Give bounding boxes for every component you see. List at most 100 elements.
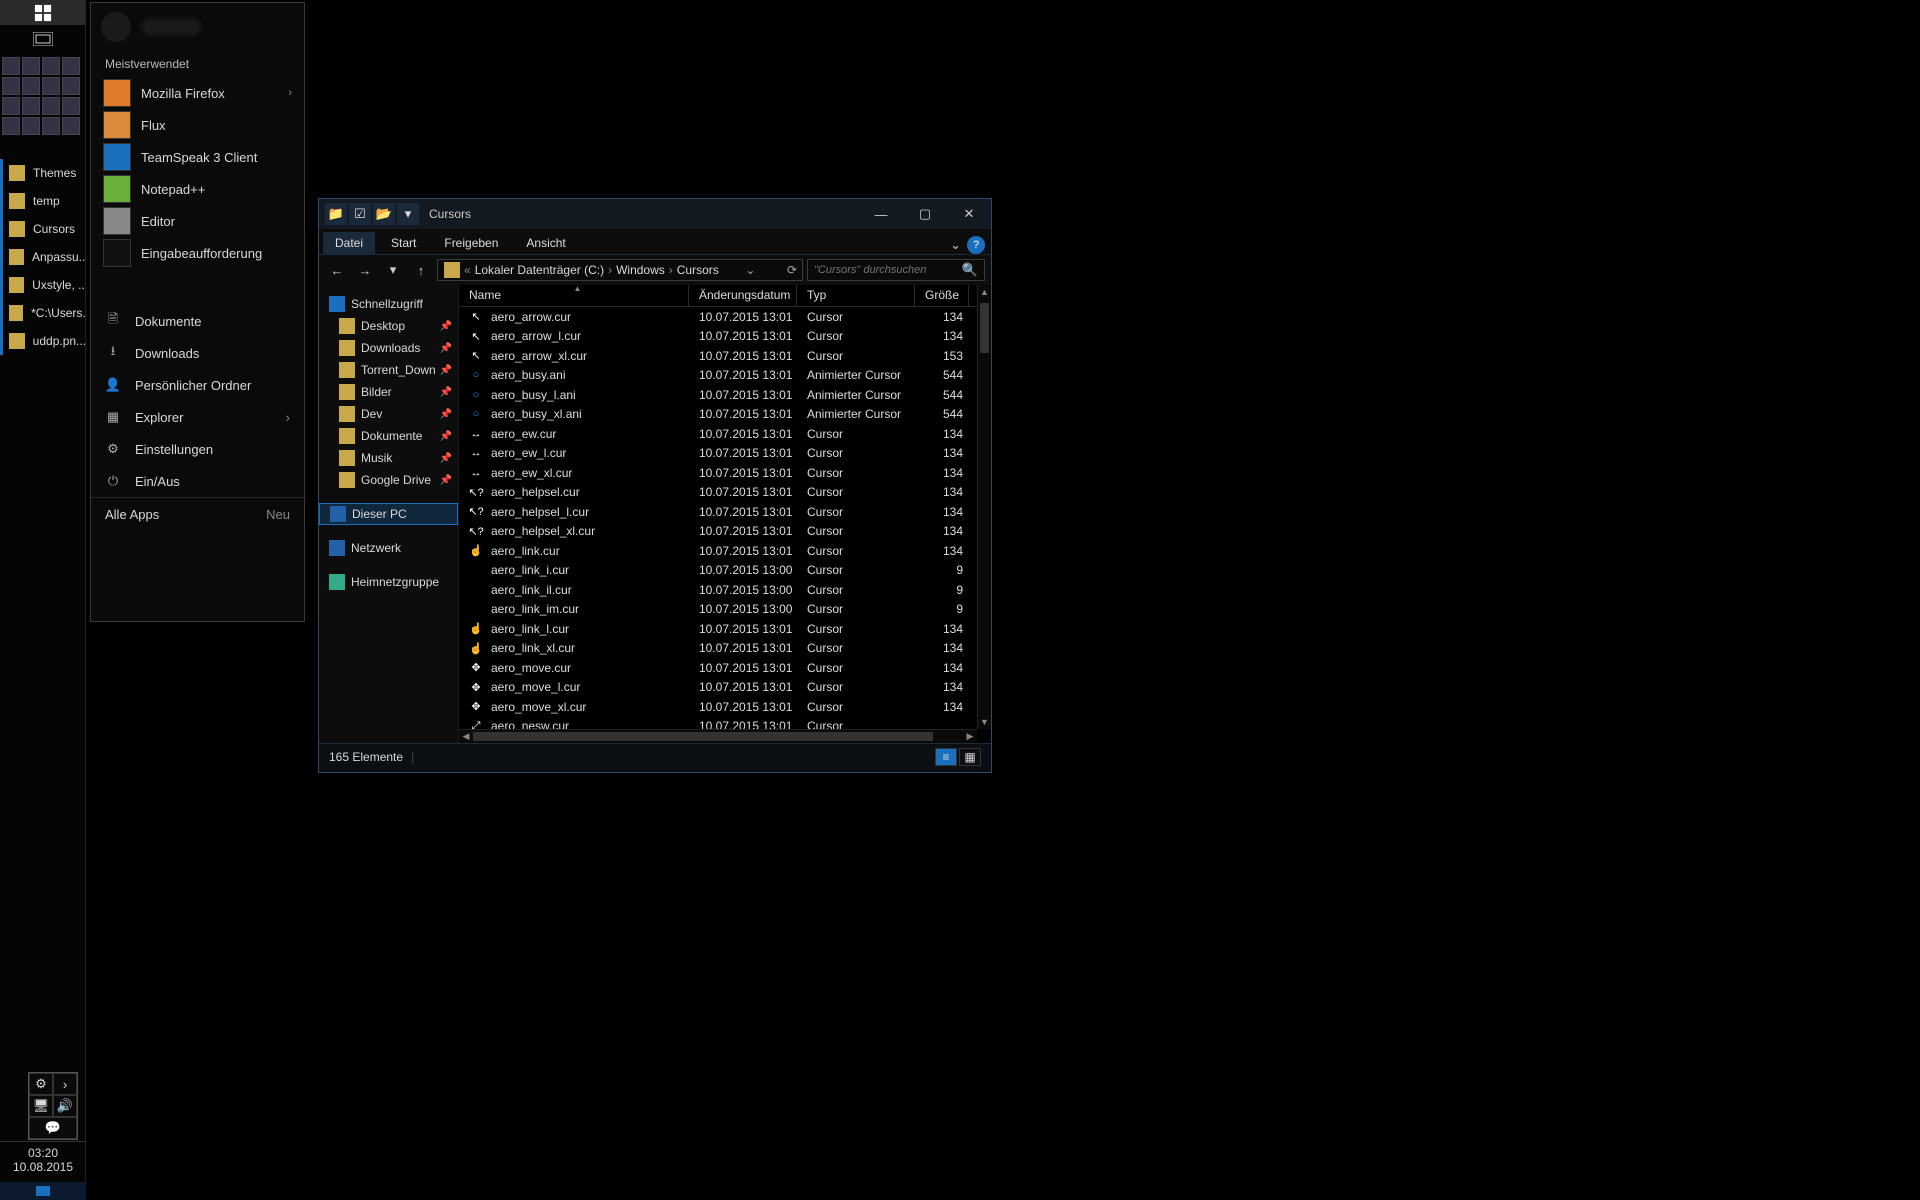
hscroll-thumb[interactable]	[473, 732, 933, 741]
scroll-down-icon[interactable]: ▼	[978, 715, 991, 729]
crumb[interactable]: Lokaler Datenträger (C:)	[475, 263, 604, 277]
file-row[interactable]: ○aero_busy_xl.ani10.07.2015 13:01Animier…	[459, 405, 977, 425]
systray-expand-icon[interactable]: ›	[53, 1073, 77, 1095]
start-sys-item[interactable]: ⚙Einstellungen	[91, 433, 304, 465]
start-sys-item[interactable]: ⏻Ein/Aus	[91, 465, 304, 497]
nav-item[interactable]: Musik📌	[319, 447, 458, 469]
file-row[interactable]: ✥aero_move_l.cur10.07.2015 13:01Cursor13…	[459, 678, 977, 698]
file-row[interactable]: ↖aero_arrow.cur10.07.2015 13:01Cursor134	[459, 307, 977, 327]
file-row[interactable]: ○aero_busy_l.ani10.07.2015 13:01Animiert…	[459, 385, 977, 405]
start-app-item[interactable]: Flux	[91, 109, 304, 141]
start-app-item[interactable]: Eingabeaufforderung	[91, 237, 304, 269]
ribbon-tab[interactable]: Ansicht	[514, 232, 577, 254]
pinned-item[interactable]: temp	[0, 187, 85, 215]
tray-icon[interactable]	[22, 57, 40, 75]
refresh-icon[interactable]: ⟳	[782, 263, 802, 277]
pinned-item[interactable]: Anpassu...	[0, 243, 85, 271]
file-row[interactable]: ↔aero_ew.cur10.07.2015 13:01Cursor134	[459, 424, 977, 444]
vertical-scrollbar[interactable]: ▲ ▼	[977, 285, 991, 729]
tray-icon[interactable]	[22, 77, 40, 95]
pinned-item[interactable]: Themes	[0, 159, 85, 187]
tray-icon[interactable]	[62, 77, 80, 95]
col-name[interactable]: Name	[459, 285, 689, 306]
systray-network-icon[interactable]: 🖥	[29, 1095, 53, 1117]
tray-icon[interactable]	[62, 57, 80, 75]
file-row[interactable]: ☝aero_link_xl.cur10.07.2015 13:01Cursor1…	[459, 639, 977, 659]
close-button[interactable]: ✕	[947, 200, 991, 228]
scroll-up-icon[interactable]: ▲	[978, 285, 991, 299]
start-sys-item[interactable]: ▦Explorer›	[91, 401, 304, 433]
tray-icon[interactable]	[22, 117, 40, 135]
ribbon-tab[interactable]: Start	[379, 232, 428, 254]
tray-icon[interactable]	[2, 117, 20, 135]
ribbon-tab[interactable]: Freigeben	[432, 232, 510, 254]
col-size[interactable]: Größe	[915, 285, 969, 306]
nav-history-dropdown[interactable]: ▾	[381, 258, 405, 282]
file-row[interactable]: ↖?aero_helpsel.cur10.07.2015 13:01Cursor…	[459, 483, 977, 503]
file-row[interactable]: aero_link_i.cur10.07.2015 13:00Cursor9	[459, 561, 977, 581]
show-desktop-button[interactable]	[0, 1182, 86, 1200]
systray-volume-icon[interactable]: 🔊	[53, 1095, 77, 1117]
nav-up-button[interactable]: ↑	[409, 258, 433, 282]
start-sys-item[interactable]: 🗎Dokumente	[91, 305, 304, 337]
nav-back-button[interactable]: ←	[325, 258, 349, 282]
help-icon[interactable]: ?	[967, 236, 985, 254]
nav-item[interactable]: Dokumente📌	[319, 425, 458, 447]
nav-item[interactable]: Dev📌	[319, 403, 458, 425]
scroll-thumb[interactable]	[980, 303, 989, 353]
file-row[interactable]: ✥aero_move.cur10.07.2015 13:01Cursor134	[459, 658, 977, 678]
qat-dropdown-icon[interactable]: ▾	[397, 203, 419, 225]
start-app-item[interactable]: TeamSpeak 3 Client	[91, 141, 304, 173]
file-row[interactable]: ↖?aero_helpsel_l.cur10.07.2015 13:01Curs…	[459, 502, 977, 522]
file-row[interactable]: aero_link_il.cur10.07.2015 13:00Cursor9	[459, 580, 977, 600]
pinned-item[interactable]: Cursors	[0, 215, 85, 243]
crumb-dropdown-icon[interactable]: ⌄	[740, 263, 760, 277]
qat-folder-icon[interactable]: 📁	[325, 203, 347, 225]
tray-icon[interactable]	[62, 117, 80, 135]
pinned-item[interactable]: Uxstyle, ...	[0, 271, 85, 299]
search-box[interactable]: 🔍	[807, 259, 985, 281]
nav-item[interactable]: Google Drive📌	[319, 469, 458, 491]
horizontal-scrollbar[interactable]: ◀ ▶	[459, 729, 977, 743]
pinned-item[interactable]: *C:\Users...	[0, 299, 85, 327]
tray-icon[interactable]	[2, 77, 20, 95]
ribbon-tab[interactable]: Datei	[323, 232, 375, 254]
nav-network[interactable]: Netzwerk	[319, 537, 458, 559]
maximize-button[interactable]: ▢	[903, 200, 947, 228]
file-row[interactable]: ↖?aero_helpsel_xl.cur10.07.2015 13:01Cur…	[459, 522, 977, 542]
taskbar-clock[interactable]: 03:20 10.08.2015	[0, 1141, 86, 1200]
file-row[interactable]: ⤢aero_nesw.cur10.07.2015 13:01Cursor	[459, 717, 977, 730]
ribbon-expand-icon[interactable]: ⌄	[950, 237, 961, 253]
file-row[interactable]: ○aero_busy.ani10.07.2015 13:01Animierter…	[459, 366, 977, 386]
start-sys-item[interactable]: 👤Persönlicher Ordner	[91, 369, 304, 401]
start-button[interactable]	[0, 0, 86, 25]
crumb[interactable]: Windows	[616, 263, 665, 277]
taskview-button[interactable]	[0, 25, 85, 53]
pinned-item[interactable]: uddp.pn...	[0, 327, 85, 355]
nav-item[interactable]: Bilder📌	[319, 381, 458, 403]
view-icons-button[interactable]: ▦	[959, 748, 981, 766]
tray-icon[interactable]	[2, 57, 20, 75]
nav-item[interactable]: Downloads📌	[319, 337, 458, 359]
file-row[interactable]: ↔aero_ew_xl.cur10.07.2015 13:01Cursor134	[459, 463, 977, 483]
file-row[interactable]: ☝aero_link_l.cur10.07.2015 13:01Cursor13…	[459, 619, 977, 639]
systray-action-center-icon[interactable]: 💬	[29, 1117, 77, 1139]
file-row[interactable]: ✥aero_move_xl.cur10.07.2015 13:01Cursor1…	[459, 697, 977, 717]
qat-properties-icon[interactable]: ☑	[349, 203, 371, 225]
file-row[interactable]: ↖aero_arrow_l.cur10.07.2015 13:01Cursor1…	[459, 327, 977, 347]
scroll-left-icon[interactable]: ◀	[459, 731, 473, 742]
scroll-right-icon[interactable]: ▶	[963, 731, 977, 742]
systray-settings-icon[interactable]: ⚙	[29, 1073, 53, 1095]
tray-icon[interactable]	[2, 97, 20, 115]
start-app-item[interactable]: Mozilla Firefox›	[91, 77, 304, 109]
file-row[interactable]: ↔aero_ew_l.cur10.07.2015 13:01Cursor134	[459, 444, 977, 464]
col-type[interactable]: Typ	[797, 285, 915, 306]
view-details-button[interactable]: ≡	[935, 748, 957, 766]
breadcrumb[interactable]: « Lokaler Datenträger (C:)› Windows› Cur…	[437, 259, 803, 281]
start-sys-item[interactable]: ⭳Downloads	[91, 337, 304, 369]
nav-item[interactable]: Desktop📌	[319, 315, 458, 337]
search-input[interactable]	[814, 264, 962, 276]
tray-icon[interactable]	[42, 77, 60, 95]
nav-item[interactable]: Torrent_Down📌	[319, 359, 458, 381]
file-row[interactable]: ☝aero_link.cur10.07.2015 13:01Cursor134	[459, 541, 977, 561]
